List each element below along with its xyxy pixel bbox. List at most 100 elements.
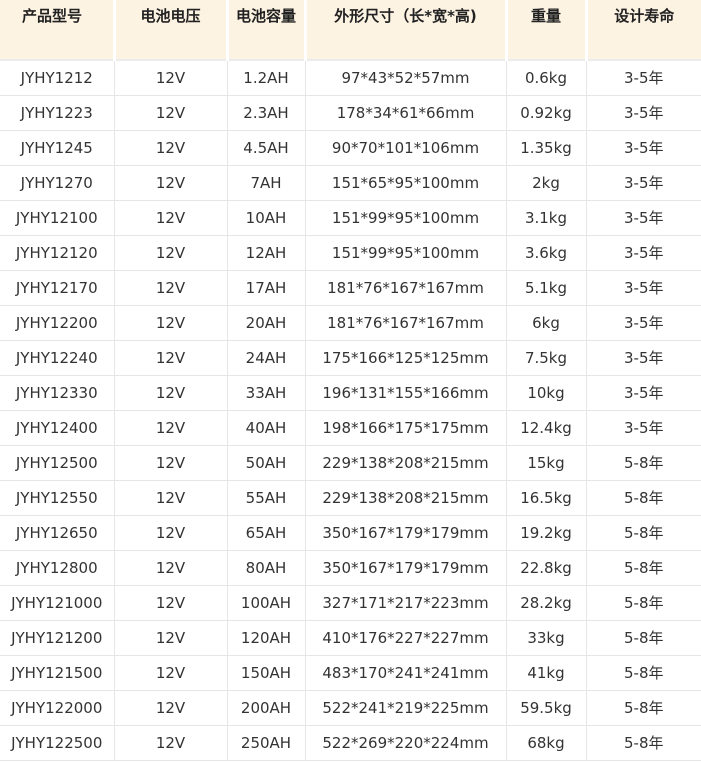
cell-weight: 15kg: [505, 444, 587, 481]
cell-design-life: 3-5年: [585, 269, 701, 306]
cell-voltage: 12V: [113, 234, 228, 271]
cell-voltage: 12V: [113, 689, 228, 726]
cell-capacity: 250AH: [226, 724, 306, 761]
cell-capacity: 200AH: [226, 689, 306, 726]
table-row: JYHY12500 12V 50AH 229*138*208*215mm 15kg 5-8…: [0, 444, 701, 481]
cell-weight: 10kg: [505, 374, 587, 411]
cell-model: JYHY121200: [0, 619, 115, 656]
cell-dimensions: 97*43*52*57mm: [304, 59, 507, 96]
table-row: JYHY12650 12V 65AH 350*167*179*179mm 19.2kg 5…: [0, 514, 701, 551]
cell-voltage: 12V: [113, 479, 228, 516]
cell-model: JYHY12650: [0, 514, 115, 551]
cell-voltage: 12V: [113, 304, 228, 341]
cell-voltage: 12V: [113, 724, 228, 761]
battery-spec-table: 产品型号 电池电压 电池容量 外形尺寸（长*宽*高) 重量 设计寿命 JYHY1…: [0, 0, 701, 761]
cell-design-life: 3-5年: [585, 59, 701, 96]
cell-dimensions: 181*76*167*167mm: [304, 304, 507, 341]
cell-design-life: 3-5年: [585, 129, 701, 166]
cell-model: JYHY12800: [0, 549, 115, 586]
cell-model: JYHY1245: [0, 129, 115, 166]
cell-dimensions: 327*171*217*223mm: [304, 584, 507, 621]
cell-design-life: 5-8年: [585, 549, 701, 586]
header-model: 产品型号: [0, 0, 116, 60]
cell-weight: 1.35kg: [505, 129, 587, 166]
cell-weight: 2kg: [505, 164, 587, 201]
cell-voltage: 12V: [113, 269, 228, 306]
cell-dimensions: 151*99*95*100mm: [304, 199, 507, 236]
cell-weight: 33kg: [505, 619, 587, 656]
cell-design-life: 5-8年: [585, 689, 701, 726]
cell-weight: 7.5kg: [505, 339, 587, 376]
header-capacity: 电池容量: [227, 0, 307, 60]
cell-capacity: 2.3AH: [226, 94, 306, 131]
table-row: JYHY121200 12V 120AH 410*176*227*227mm 33kg 5…: [0, 619, 701, 656]
cell-capacity: 17AH: [226, 269, 306, 306]
cell-design-life: 5-8年: [585, 584, 701, 621]
cell-voltage: 12V: [113, 409, 228, 446]
cell-voltage: 12V: [113, 129, 228, 166]
cell-dimensions: 522*241*219*225mm: [304, 689, 507, 726]
cell-weight: 0.6kg: [505, 59, 587, 96]
cell-capacity: 40AH: [226, 409, 306, 446]
cell-capacity: 120AH: [226, 619, 306, 656]
header-dimensions: 外形尺寸（长*宽*高): [305, 0, 508, 60]
table-row: JYHY1245 12V 4.5AH 90*70*101*106mm 1.35kg 3-5…: [0, 129, 701, 166]
cell-design-life: 5-8年: [585, 479, 701, 516]
table-row: JYHY1223 12V 2.3AH 178*34*61*66mm 0.92kg 3-5年: [0, 94, 701, 131]
cell-dimensions: 522*269*220*224mm: [304, 724, 507, 761]
table-row: JYHY12200 12V 20AH 181*76*167*167mm 6kg 3-5年: [0, 304, 701, 341]
cell-design-life: 5-8年: [585, 514, 701, 551]
cell-voltage: 12V: [113, 339, 228, 376]
cell-weight: 68kg: [505, 724, 587, 761]
cell-design-life: 5-8年: [585, 724, 701, 761]
cell-capacity: 55AH: [226, 479, 306, 516]
cell-capacity: 10AH: [226, 199, 306, 236]
cell-voltage: 12V: [113, 619, 228, 656]
cell-model: JYHY121000: [0, 584, 115, 621]
cell-dimensions: 350*167*179*179mm: [304, 514, 507, 551]
cell-capacity: 20AH: [226, 304, 306, 341]
cell-design-life: 3-5年: [585, 374, 701, 411]
cell-model: JYHY12200: [0, 304, 115, 341]
cell-weight: 59.5kg: [505, 689, 587, 726]
cell-model: JYHY1212: [0, 59, 115, 96]
cell-weight: 5.1kg: [505, 269, 587, 306]
cell-design-life: 5-8年: [585, 444, 701, 481]
cell-capacity: 65AH: [226, 514, 306, 551]
cell-voltage: 12V: [113, 584, 228, 621]
cell-voltage: 12V: [113, 444, 228, 481]
cell-weight: 19.2kg: [505, 514, 587, 551]
cell-weight: 12.4kg: [505, 409, 587, 446]
table-row: JYHY12120 12V 12AH 151*99*95*100mm 3.6kg 3-5年: [0, 234, 701, 271]
table-row: JYHY12800 12V 80AH 350*167*179*179mm 22.8kg 5…: [0, 549, 701, 586]
cell-weight: 0.92kg: [505, 94, 587, 131]
cell-weight: 6kg: [505, 304, 587, 341]
cell-model: JYHY12330: [0, 374, 115, 411]
table-row: JYHY122500 12V 250AH 522*269*220*224mm 68kg 5…: [0, 724, 701, 761]
cell-model: JYHY12100: [0, 199, 115, 236]
table-row: JYHY12550 12V 55AH 229*138*208*215mm 16.5kg 5…: [0, 479, 701, 516]
table-row: JYHY12400 12V 40AH 198*166*175*175mm 12.4kg 3…: [0, 409, 701, 446]
cell-design-life: 5-8年: [585, 619, 701, 656]
cell-dimensions: 196*131*155*166mm: [304, 374, 507, 411]
cell-design-life: 3-5年: [585, 304, 701, 341]
cell-voltage: 12V: [113, 164, 228, 201]
header-weight: 重量: [506, 0, 588, 60]
cell-dimensions: 90*70*101*106mm: [304, 129, 507, 166]
header-voltage: 电池电压: [114, 0, 229, 60]
cell-capacity: 80AH: [226, 549, 306, 586]
cell-dimensions: 178*34*61*66mm: [304, 94, 507, 131]
cell-capacity: 7AH: [226, 164, 306, 201]
cell-model: JYHY1223: [0, 94, 115, 131]
table-header-row: 产品型号 电池电压 电池容量 外形尺寸（长*宽*高) 重量 设计寿命: [0, 0, 701, 60]
cell-design-life: 5-8年: [585, 654, 701, 691]
cell-model: JYHY122000: [0, 689, 115, 726]
cell-model: JYHY12240: [0, 339, 115, 376]
cell-capacity: 24AH: [226, 339, 306, 376]
cell-weight: 16.5kg: [505, 479, 587, 516]
cell-design-life: 3-5年: [585, 339, 701, 376]
cell-weight: 3.6kg: [505, 234, 587, 271]
cell-model: JYHY12120: [0, 234, 115, 271]
cell-capacity: 50AH: [226, 444, 306, 481]
cell-weight: 28.2kg: [505, 584, 587, 621]
